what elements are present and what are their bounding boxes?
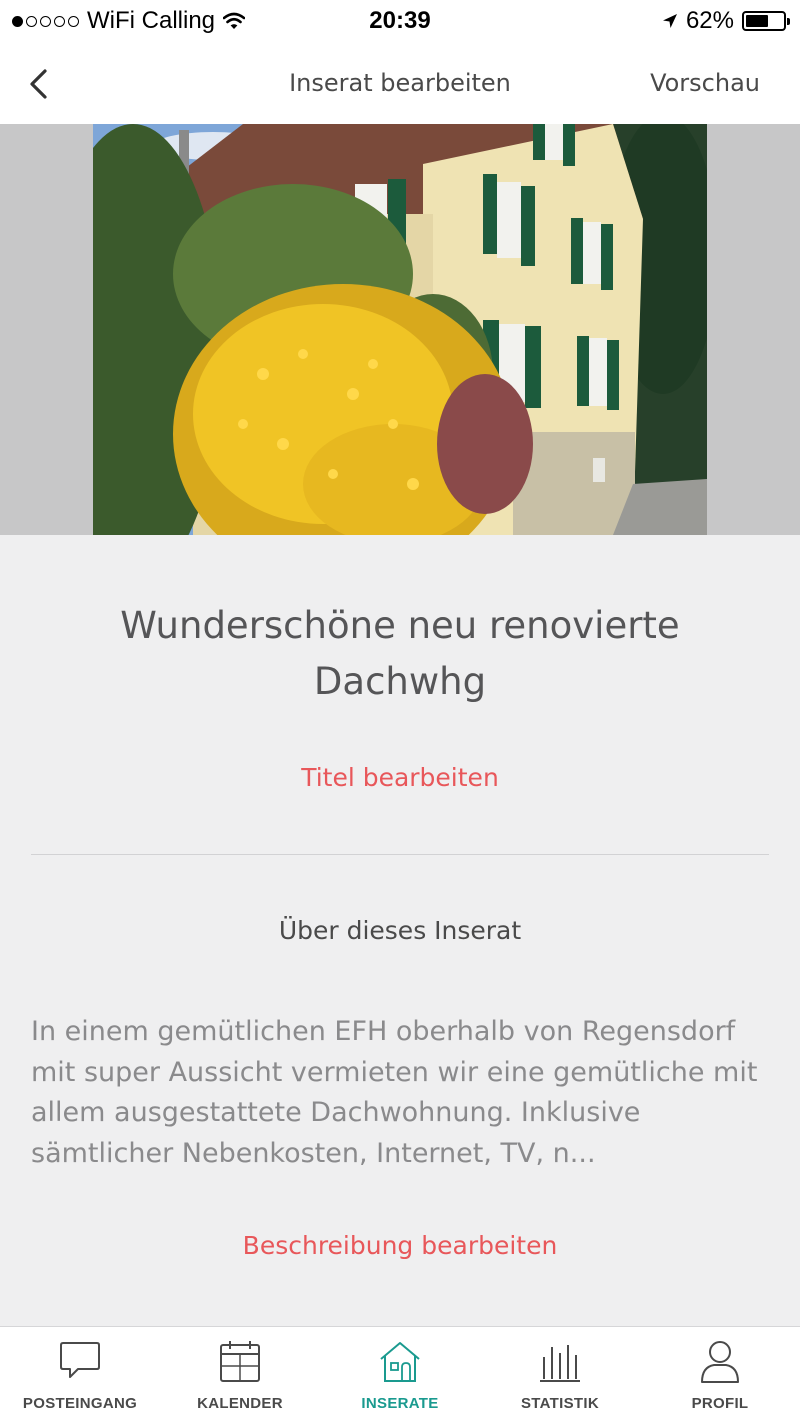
hero-image-area — [0, 124, 800, 535]
calendar-icon — [220, 1341, 260, 1382]
listing-description: In einem gemütlichen EFH oberhalb von Re… — [31, 1016, 758, 1169]
preview-button[interactable]: Vorschau — [650, 69, 760, 97]
tab-label: PROFIL — [691, 1395, 749, 1412]
battery-fill — [746, 15, 769, 27]
chat-bubble-icon — [60, 1342, 100, 1378]
divider — [31, 854, 769, 855]
tab-label: STATISTIK — [521, 1395, 599, 1412]
tab-posteingang[interactable]: POSTEINGANG — [0, 1327, 160, 1422]
location-arrow-icon — [662, 14, 677, 28]
edit-description-button[interactable]: Beschreibung bearbeiten — [0, 1231, 800, 1260]
person-icon — [701, 1341, 739, 1383]
bar-chart-icon — [540, 1345, 580, 1382]
tab-label: POSTEINGANG — [22, 1395, 138, 1412]
tab-kalender[interactable]: KALENDER — [160, 1327, 320, 1422]
status-bar: WiFi Calling 20:39 62% — [0, 0, 800, 44]
battery-percent: 62% — [685, 7, 734, 34]
nav-bar: Inserat bearbeiten Vorschau — [0, 44, 800, 124]
tab-profil[interactable]: PROFIL — [640, 1327, 800, 1422]
tab-label: KALENDER — [197, 1395, 283, 1412]
edit-title-button[interactable]: Titel bearbeiten — [0, 763, 800, 792]
listing-title: Wunderschöne neu renovierte Dachwhg — [120, 604, 680, 703]
app-screen: WiFi Calling 20:39 62% Inserat bearbeite… — [0, 0, 800, 1422]
house-photo[interactable] — [93, 124, 707, 535]
tab-label: INSERATE — [361, 1395, 439, 1412]
battery-icon — [742, 11, 790, 31]
tab-bar: POSTEINGANG KALENDER INSERATE STATISTIK … — [0, 1326, 800, 1422]
status-right: 62% — [662, 7, 790, 35]
tab-statistik[interactable]: STATISTIK — [480, 1327, 640, 1422]
house-icon — [380, 1342, 420, 1382]
tab-inserate[interactable]: INSERATE — [320, 1327, 480, 1422]
section-heading: Über dieses Inserat — [278, 916, 522, 945]
house-photo-illustration — [93, 124, 707, 535]
